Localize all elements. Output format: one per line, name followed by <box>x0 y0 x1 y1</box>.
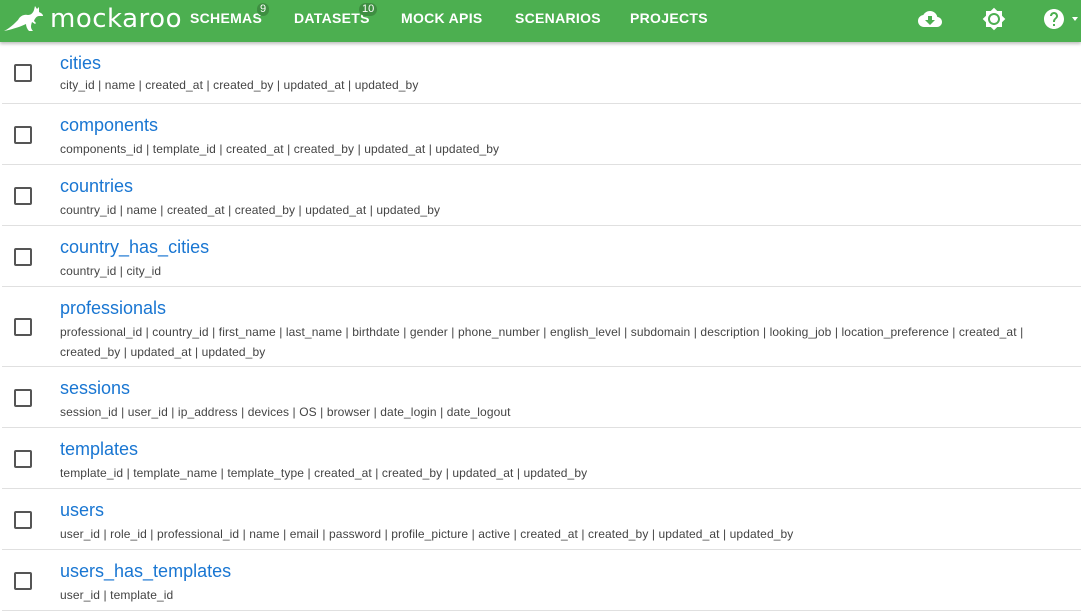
list-item: users user_id | role_id | professional_i… <box>2 489 1081 550</box>
table-name-link[interactable]: sessions <box>60 376 130 400</box>
row-checkbox[interactable] <box>14 450 32 468</box>
datasets-count-badge: 10 <box>359 3 378 16</box>
cloud-download-icon[interactable] <box>918 7 942 31</box>
table-name-link[interactable]: templates <box>60 437 138 461</box>
table-columns: template_id | template_name | template_t… <box>60 466 588 480</box>
table-columns: country_id | name | created_at | created… <box>60 203 441 217</box>
top-app-bar: mockaroo SCHEMAS 9 DATASETS 10 MOCK APIS… <box>0 0 1081 42</box>
table-name-link[interactable]: country_has_cities <box>60 235 209 259</box>
brightness-icon[interactable] <box>982 7 1006 31</box>
list-item: countries country_id | name | created_at… <box>2 165 1081 226</box>
row-checkbox[interactable] <box>14 187 32 205</box>
nav-schemas-label: SCHEMAS <box>190 10 263 26</box>
table-columns: user_id | role_id | professional_id | na… <box>60 527 794 541</box>
row-checkbox[interactable] <box>14 248 32 266</box>
row-checkbox[interactable] <box>14 572 32 590</box>
nav-projects[interactable]: PROJECTS <box>630 0 708 36</box>
row-checkbox[interactable] <box>14 318 32 336</box>
help-icon[interactable] <box>1042 7 1078 31</box>
table-columns: components_id | template_id | created_at… <box>60 142 500 156</box>
table-columns: session_id | user_id | ip_address | devi… <box>60 405 511 419</box>
table-name-link[interactable]: components <box>60 113 158 137</box>
list-item: cities city_id | name | created_at | cre… <box>2 42 1081 104</box>
nav-scenarios[interactable]: SCENARIOS <box>515 0 601 36</box>
nav-scenarios-label: SCENARIOS <box>515 10 601 26</box>
kangaroo-icon <box>4 6 43 31</box>
table-name-link[interactable]: users_has_templates <box>60 559 231 583</box>
brand-name: mockaroo <box>50 4 182 34</box>
nav-mock-apis[interactable]: MOCK APIS <box>401 0 483 36</box>
table-name-link[interactable]: cities <box>60 51 101 75</box>
table-columns: city_id | name | created_at | created_by… <box>60 78 419 92</box>
nav-mock-apis-label: MOCK APIS <box>401 10 483 26</box>
list-item: templates template_id | template_name | … <box>2 428 1081 489</box>
row-checkbox[interactable] <box>14 64 32 82</box>
table-name-link[interactable]: countries <box>60 174 133 198</box>
schema-table-list: cities city_id | name | created_at | cre… <box>2 42 1081 611</box>
nav-schemas[interactable]: SCHEMAS <box>190 0 262 36</box>
list-item: sessions session_id | user_id | ip_addre… <box>2 367 1081 428</box>
nav-datasets[interactable]: DATASETS <box>294 0 370 36</box>
nav-projects-label: PROJECTS <box>630 10 708 26</box>
list-item: country_has_cities country_id | city_id <box>2 226 1081 287</box>
row-checkbox[interactable] <box>14 126 32 144</box>
table-columns: user_id | template_id <box>60 588 174 602</box>
table-name-link[interactable]: users <box>60 498 104 522</box>
table-name-link[interactable]: professionals <box>60 296 166 320</box>
nav-datasets-label: DATASETS <box>294 10 370 26</box>
row-checkbox[interactable] <box>14 511 32 529</box>
row-checkbox[interactable] <box>14 389 32 407</box>
table-columns: country_id | city_id <box>60 264 162 278</box>
schemas-count-badge: 9 <box>257 3 270 16</box>
mockaroo-logo[interactable]: mockaroo <box>2 3 182 35</box>
list-item: components components_id | template_id |… <box>2 104 1081 165</box>
list-item: users_has_templates user_id | template_i… <box>2 550 1081 611</box>
table-columns: professional_id | country_id | first_nam… <box>60 325 1024 359</box>
list-item: professionals professional_id | country_… <box>2 287 1081 367</box>
